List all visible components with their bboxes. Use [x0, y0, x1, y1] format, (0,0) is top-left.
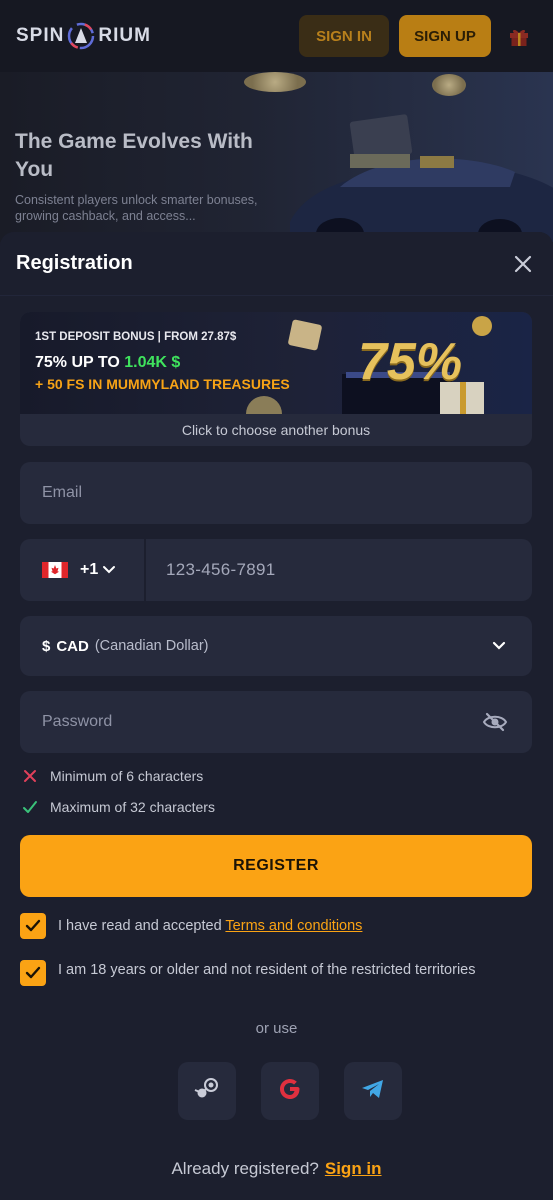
- bonus-free-spins: + 50 FS IN MUMMYLAND TREASURES: [35, 376, 290, 392]
- coin-decoration: [432, 74, 466, 96]
- google-login-button[interactable]: [261, 1062, 319, 1120]
- google-icon: [277, 1076, 303, 1107]
- hero-subtitle: Consistent players unlock smarter bonuse…: [15, 193, 258, 223]
- or-use-label: or use: [255, 1020, 298, 1037]
- hero-banner: The Game Evolves With You Consistent pla…: [0, 72, 553, 242]
- car-illustration: [290, 114, 553, 242]
- signin-link[interactable]: Sign in: [325, 1159, 382, 1178]
- cross-icon: [24, 770, 36, 782]
- top-bar: SPIN RIUM SIGN IN SIGN UP: [0, 0, 553, 72]
- bonus-percent-art: 75%: [358, 333, 463, 391]
- header-signin-button[interactable]: SIGN IN: [299, 15, 389, 57]
- country-code-select[interactable]: +1: [20, 539, 146, 601]
- logo-text-right: RIUM: [98, 25, 151, 46]
- close-icon[interactable]: [509, 250, 537, 278]
- terms-checkbox[interactable]: [20, 913, 46, 939]
- email-placeholder: Email: [42, 484, 83, 501]
- currency-code: CAD: [56, 637, 89, 655]
- age-checkbox[interactable]: [20, 960, 46, 986]
- logo-ring-icon: [66, 21, 96, 51]
- password-placeholder: Password: [42, 713, 113, 730]
- phone-field: +1 123-456-7891: [20, 539, 532, 601]
- chevron-down-icon: [492, 641, 506, 651]
- bonus-amount-line: 75% UP TO 1.04K $: [35, 354, 180, 372]
- social-login-row: [178, 1062, 402, 1120]
- rule-text: Minimum of 6 characters: [50, 768, 204, 784]
- terms-checkbox-row: I have read and accepted Terms and condi…: [20, 913, 362, 939]
- password-field[interactable]: Password: [20, 691, 532, 753]
- country-code: +1: [80, 561, 99, 578]
- choose-bonus-link[interactable]: Click to choose another bonus: [20, 414, 532, 446]
- currency-symbol: $: [42, 637, 51, 655]
- steam-login-button[interactable]: [178, 1062, 236, 1120]
- hero-title: The Game Evolves With You: [15, 130, 253, 181]
- canada-flag-icon: [42, 562, 68, 578]
- header-signup-button[interactable]: SIGN UP: [399, 15, 491, 57]
- phone-input[interactable]: 123-456-7891: [146, 560, 275, 580]
- registration-modal: Registration 1ST DEPOSIT BONUS | FROM 27…: [0, 232, 553, 1200]
- bonus-banner[interactable]: 1ST DEPOSIT BONUS | FROM 27.87$ 75% UP T…: [20, 312, 532, 414]
- age-text: I am 18 years or older and not resident …: [58, 962, 476, 978]
- eye-slash-icon[interactable]: [482, 712, 508, 732]
- modal-title: Registration: [16, 252, 133, 274]
- spinarium-logo[interactable]: SPIN RIUM: [16, 21, 151, 51]
- password-rule-max: Maximum of 32 characters: [22, 799, 215, 815]
- bonus-amount-prefix: 75% UP TO: [35, 354, 125, 371]
- email-field[interactable]: Email: [20, 462, 532, 524]
- rule-text: Maximum of 32 characters: [50, 799, 215, 815]
- chevron-down-icon: [103, 566, 116, 574]
- bonus-deposit-line: 1ST DEPOSIT BONUS | FROM 27.87$: [35, 331, 237, 343]
- logo-text-left: SPIN: [16, 25, 65, 46]
- telegram-icon: [360, 1076, 386, 1107]
- terms-link[interactable]: Terms and conditions: [225, 918, 362, 934]
- age-checkbox-row: I am 18 years or older and not resident …: [20, 960, 500, 986]
- coin-decoration: [244, 72, 306, 92]
- bonus-card[interactable]: 1ST DEPOSIT BONUS | FROM 27.87$ 75% UP T…: [20, 312, 532, 446]
- already-registered-row: Already registered? Sign in: [0, 1159, 553, 1179]
- telegram-login-button[interactable]: [344, 1062, 402, 1120]
- register-button[interactable]: REGISTER: [20, 835, 532, 897]
- steam-icon: [194, 1076, 220, 1107]
- password-rule-min: Minimum of 6 characters: [22, 768, 203, 784]
- already-text: Already registered?: [171, 1159, 319, 1178]
- check-icon: [23, 801, 37, 813]
- checkmark-icon: [25, 919, 41, 932]
- currency-name: (Canadian Dollar): [94, 638, 209, 654]
- currency-select[interactable]: $ CAD (Canadian Dollar): [20, 616, 532, 676]
- bonus-amount-value: 1.04K $: [124, 354, 181, 371]
- terms-text: I have read and accepted: [58, 918, 226, 934]
- checkmark-icon: [25, 966, 41, 979]
- gift-icon[interactable]: [501, 18, 537, 54]
